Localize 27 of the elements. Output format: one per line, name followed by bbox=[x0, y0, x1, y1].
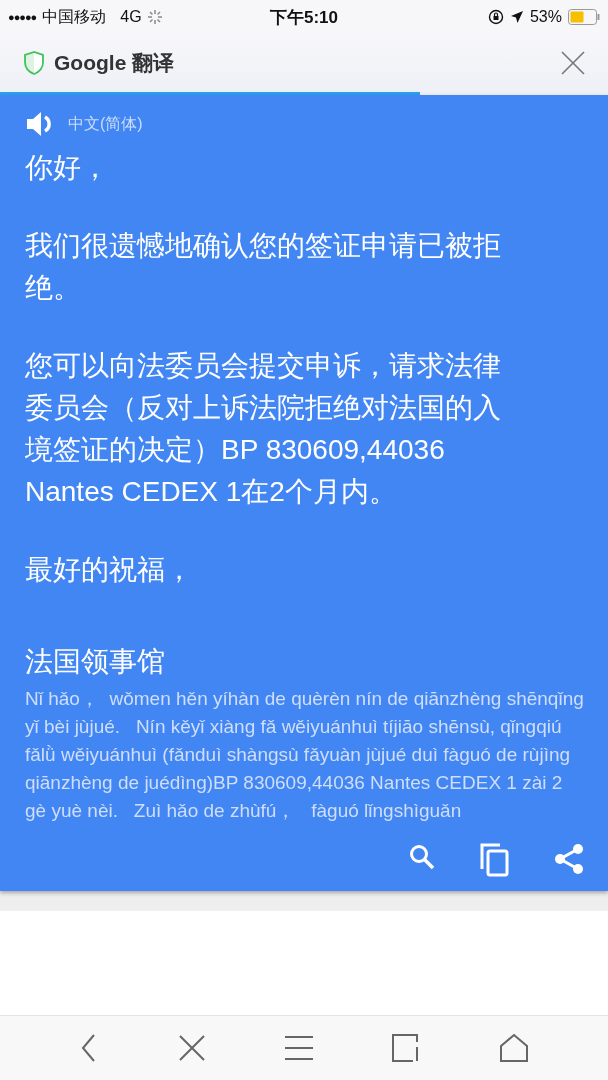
loading-icon bbox=[147, 10, 162, 24]
location-arrow-icon bbox=[509, 10, 524, 24]
close-icon[interactable] bbox=[560, 50, 586, 76]
rotation-lock-icon bbox=[487, 9, 504, 25]
speaker-icon[interactable] bbox=[26, 111, 54, 137]
romanization-text: Nǐ hǎo， wǒmen hěn yíhàn de quèrèn nín de qiānzhèng shēnqǐng yǐ bèi jùjué. Nín kěyǐ xiàng fǎ wěiyuánhuì tíjiāo shēnsù, qǐngqiú fǎlǜ wěiyuánhuì (fǎnduì shàngsù fǎyuàn jùjué duì fàguó de rùjìng qiānzhèng de juédìng)BP 830609,44036 Nantes CEDEX 1 zài 2 gè yuè nèi. Zuì hǎo de zhùfú， fàguó lǐngshìguǎn bbox=[24, 687, 585, 823]
close-icon[interactable] bbox=[177, 1034, 206, 1062]
home-icon[interactable] bbox=[498, 1033, 529, 1063]
translated-signature: 法国领事馆 bbox=[25, 645, 166, 679]
share-icon[interactable] bbox=[554, 843, 584, 875]
carrier-name: 中国移动 bbox=[42, 6, 107, 27]
menu-icon[interactable] bbox=[283, 1035, 314, 1061]
translated-paragraph: 您可以向法委员会提交申诉，请求法律委员会（反对上诉法院拒绝对法国的入境签证的决定）BP 830609,44036 Nantes CEDEX 1在2个月内。 bbox=[25, 349, 502, 509]
source-language: 中文(简体) bbox=[68, 113, 143, 134]
shield-icon bbox=[24, 51, 44, 75]
battery-icon bbox=[568, 9, 600, 25]
network-type: 4G bbox=[120, 8, 142, 26]
translated-paragraph: 我们很遗憾地确认您的签证申请已被拒绝。 bbox=[25, 229, 502, 305]
page-title: Google 翻译 bbox=[54, 50, 176, 76]
signal-strength: ●●●●● bbox=[8, 11, 37, 23]
tabs-icon[interactable] bbox=[392, 1034, 421, 1062]
search-icon[interactable] bbox=[408, 843, 436, 871]
translated-paragraph: 最好的祝福， bbox=[25, 553, 194, 587]
translated-paragraph: 你好， bbox=[25, 151, 110, 185]
copy-icon[interactable] bbox=[480, 843, 510, 877]
battery-percent: 53% bbox=[529, 8, 562, 26]
clock: 下午5:10 bbox=[268, 6, 339, 29]
